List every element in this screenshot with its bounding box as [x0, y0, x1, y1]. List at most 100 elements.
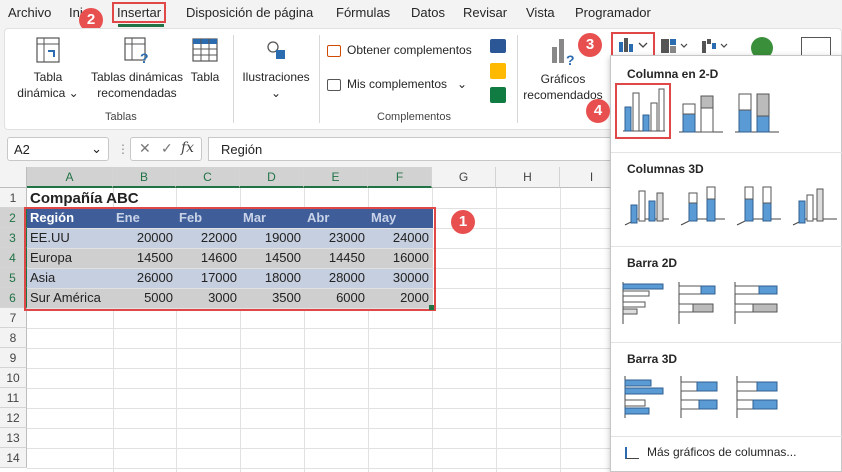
waterfall-chart-button[interactable] — [699, 37, 733, 55]
enter-icon[interactable]: ✓ — [161, 140, 173, 157]
3d-percent-stacked-column-icon[interactable] — [733, 181, 785, 231]
recommended-pivot-button[interactable]: ? Tablas dinámicas recomendadas — [87, 35, 187, 101]
row-header-8[interactable]: 8 — [0, 328, 27, 348]
bing-icon[interactable] — [490, 63, 506, 79]
percent-stacked-column-icon[interactable] — [731, 86, 783, 136]
my-addins-button[interactable]: Mis complementos ⌄ — [327, 77, 467, 91]
ribbon-separator — [517, 35, 518, 123]
sheet-title[interactable]: Compañía ABC — [27, 189, 227, 209]
column-header-g[interactable]: G — [432, 167, 496, 188]
pivot-table-button[interactable]: Tabla dinámica ⌄ — [15, 35, 81, 101]
section-title-col2d: Columna en 2-D — [627, 67, 719, 81]
cancel-icon[interactable]: ✕ — [139, 140, 151, 157]
illustrations-label: Ilustraciones — [242, 70, 310, 84]
column-header-b[interactable]: B — [113, 167, 176, 188]
hierarchy-chart-button[interactable] — [659, 37, 693, 55]
clustered-column-option[interactable] — [615, 83, 671, 139]
3d-stacked-bar-icon[interactable] — [675, 372, 727, 422]
row-header-13[interactable]: 13 — [0, 428, 27, 448]
3d-stacked-column-icon[interactable] — [677, 181, 729, 231]
recommended-charts-icon: ? — [552, 39, 575, 68]
illustrations-chevron-icon: ⌄ — [270, 86, 282, 100]
ribbon-separator — [319, 35, 320, 123]
panel-separator — [611, 342, 842, 343]
row-header-14[interactable]: 14 — [0, 448, 27, 468]
percent-stacked-bar-icon[interactable] — [731, 278, 783, 328]
column-header-h[interactable]: H — [496, 167, 560, 188]
panel-separator — [611, 436, 842, 437]
svg-text:?: ? — [140, 50, 149, 65]
section-title-bar2d: Barra 2D — [627, 256, 678, 270]
panel-separator — [611, 152, 842, 153]
column-header-c[interactable]: C — [176, 167, 240, 188]
3d-percent-stacked-bar-icon[interactable] — [731, 372, 783, 422]
menu-revisar[interactable]: Revisar — [463, 5, 507, 20]
pivot-table-icon — [36, 37, 60, 63]
row-header-11[interactable]: 11 — [0, 388, 27, 408]
fill-handle[interactable] — [429, 305, 434, 310]
more-dots-icon: ⋮ — [117, 142, 129, 156]
insert-function-icon[interactable]: fx — [181, 140, 194, 156]
menu-insertar[interactable]: Insertar — [112, 2, 167, 23]
name-box[interactable]: A2 ⌄ — [7, 137, 109, 161]
menu-bar: Archivo Ini Insertar Disposición de pági… — [0, 0, 842, 27]
step-badge-1: 1 — [451, 210, 475, 234]
row-header-10[interactable]: 10 — [0, 368, 27, 388]
stacked-column-icon[interactable] — [675, 86, 727, 136]
column-header-e[interactable]: E — [304, 167, 368, 188]
more-column-charts-link[interactable]: Más gráficos de columnas... — [625, 445, 796, 459]
recommended-charts-label-1: Gráficos — [540, 72, 586, 86]
illustrations-button[interactable]: Ilustraciones ⌄ — [239, 35, 313, 101]
menu-programador[interactable]: Programador — [575, 5, 651, 20]
shapes-icon — [267, 41, 285, 59]
get-addins-button[interactable]: Obtener complementos — [327, 43, 472, 57]
menu-vista[interactable]: Vista — [526, 5, 555, 20]
row-header-12[interactable]: 12 — [0, 408, 27, 428]
column-chart-icon — [619, 38, 648, 52]
store-icon — [327, 44, 341, 57]
active-tab-indicator — [118, 24, 164, 27]
recommended-pivot-label-2: recomendadas — [97, 86, 177, 100]
ribbon-separator — [233, 35, 234, 123]
formula-controls: ✕ ✓ fx — [130, 137, 202, 161]
table-button[interactable]: Tabla — [187, 35, 223, 85]
name-box-chevron-icon[interactable]: ⌄ — [91, 141, 102, 157]
recommended-pivot-icon: ? — [124, 37, 149, 66]
gridline — [496, 188, 497, 472]
visio-icon[interactable] — [490, 39, 506, 53]
row-header-4[interactable]: 4 — [0, 248, 27, 268]
row-header-7[interactable]: 7 — [0, 308, 27, 328]
waterfall-chart-icon — [702, 39, 728, 53]
row-header-3[interactable]: 3 — [0, 228, 27, 248]
column-chart-dropdown: Columna en 2-D 4 Columnas 3D Barra 2D Ba… — [586, 55, 842, 472]
clustered-column-icon — [623, 88, 665, 132]
step-badge-4: 4 — [586, 99, 610, 123]
3d-clustered-bar-icon[interactable] — [619, 372, 671, 422]
table-icon — [192, 38, 218, 62]
step-badge-3: 3 — [578, 33, 602, 57]
row-header-2[interactable]: 2 — [0, 208, 27, 228]
3d-column-icon[interactable] — [789, 181, 841, 231]
3d-clustered-column-icon[interactable] — [621, 181, 673, 231]
row-header-6[interactable]: 6 — [0, 288, 27, 308]
menu-formulas[interactable]: Fórmulas — [336, 5, 390, 20]
column-chart-small-icon — [625, 446, 639, 459]
menu-archivo[interactable]: Archivo — [8, 5, 51, 20]
pivot-label-1: Tabla — [33, 70, 63, 84]
menu-datos[interactable]: Datos — [411, 5, 445, 20]
gridline — [560, 188, 561, 472]
menu-disposicion[interactable]: Disposición de página — [186, 5, 313, 20]
column-header-a[interactable]: A — [27, 167, 113, 188]
pivot-label-2: dinámica ⌄ — [17, 86, 79, 100]
clustered-bar-icon[interactable] — [619, 278, 671, 328]
row-header-5[interactable]: 5 — [0, 268, 27, 288]
stacked-bar-icon[interactable] — [675, 278, 727, 328]
column-header-f[interactable]: F — [368, 167, 432, 188]
people-graph-icon[interactable] — [490, 87, 506, 103]
section-title-col3d: Columnas 3D — [627, 162, 704, 176]
column-header-d[interactable]: D — [240, 167, 304, 188]
row-header-9[interactable]: 9 — [0, 348, 27, 368]
row-header-1[interactable]: 1 — [0, 188, 27, 208]
select-all-corner[interactable] — [0, 167, 27, 188]
table-label: Tabla — [190, 70, 220, 84]
